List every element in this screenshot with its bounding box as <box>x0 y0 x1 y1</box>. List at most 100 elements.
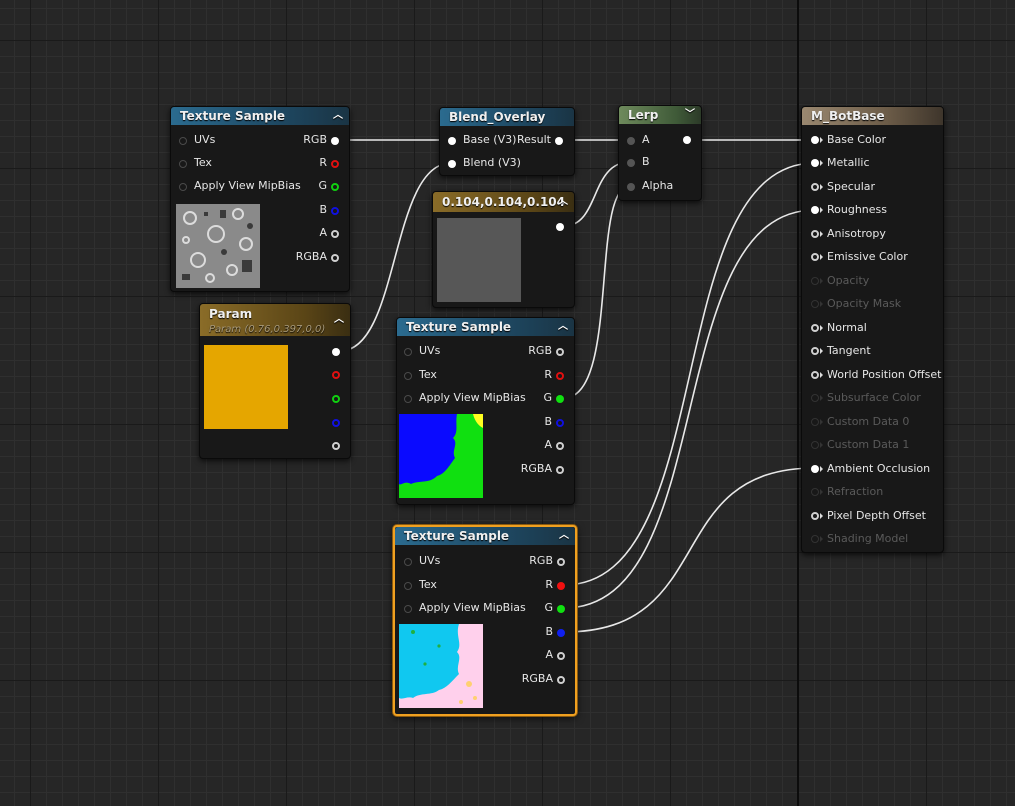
constant-color-swatch <box>437 218 521 302</box>
b-output-pin[interactable] <box>331 207 339 215</box>
node-header[interactable]: Texture Sample ︿ <box>397 318 574 336</box>
normal-input-pin[interactable] <box>811 324 819 332</box>
b-output-pin[interactable] <box>556 419 564 427</box>
uvs-input-pin[interactable] <box>404 348 412 356</box>
uvs-input-pin[interactable] <box>404 558 412 566</box>
node-header[interactable]: Param Param (0.76,0.397,0,0) ︿ <box>200 304 350 336</box>
texture-preview-orm <box>399 624 483 708</box>
g-output-pin[interactable] <box>556 395 564 403</box>
result-output-pin[interactable] <box>555 137 563 145</box>
specular-input-pin[interactable] <box>811 183 819 191</box>
mipbias-input-pin[interactable] <box>404 395 412 403</box>
tex-input-pin[interactable] <box>179 160 187 168</box>
node-header[interactable]: M_BotBase <box>802 107 943 125</box>
rgba-output-pin[interactable] <box>331 254 339 262</box>
texture-sample-node-2[interactable]: Texture Sample ︿ UVs Tex Apply View MipBi… <box>396 317 575 505</box>
param-b-output-pin[interactable] <box>332 419 340 427</box>
rgba-output-pin[interactable] <box>556 466 564 474</box>
base-input-pin[interactable] <box>448 137 456 145</box>
a-output-pin[interactable] <box>331 230 339 238</box>
rgb-output-pin[interactable] <box>331 137 339 145</box>
b-output-pin[interactable] <box>557 629 565 637</box>
custom-data-0-input-label: Custom Data 0 <box>827 415 910 428</box>
constant-output-pin[interactable] <box>556 223 564 231</box>
tex-label: Tex <box>194 156 212 169</box>
a-output-pin[interactable] <box>557 652 565 660</box>
collapse-chevron-icon[interactable]: ︿ <box>559 527 569 545</box>
rgb-output-pin[interactable] <box>556 348 564 356</box>
shading-model-input-label: Shading Model <box>827 532 909 545</box>
anisotropy-pin-arrow-icon <box>820 231 823 237</box>
uvs-input-pin[interactable] <box>179 137 187 145</box>
collapse-chevron-icon[interactable]: ︿ <box>333 107 343 125</box>
tex-input-pin[interactable] <box>404 372 412 380</box>
constant-vector-node[interactable]: 0.104,0.104,0.104 ︿ <box>432 191 575 308</box>
r-output-label: R <box>544 368 552 381</box>
param-rgb-output-pin[interactable] <box>332 348 340 356</box>
node-title: Blend_Overlay <box>449 110 546 124</box>
node-header[interactable]: Texture Sample ︿ <box>171 107 349 125</box>
wire-tex3-b-to-ao <box>563 467 816 633</box>
mipbias-input-pin[interactable] <box>404 605 412 613</box>
lerp-node[interactable]: Lerp ﹀ A B Alpha <box>618 105 702 201</box>
subsurface-color-input-label: Subsurface Color <box>827 391 921 404</box>
r-output-pin[interactable] <box>331 160 339 168</box>
collapse-chevron-icon[interactable]: ︿ <box>558 192 568 212</box>
opacity-pin-arrow-icon <box>820 278 823 284</box>
node-title: Texture Sample <box>180 109 286 123</box>
ambient-occlusion-input-pin[interactable] <box>811 465 819 473</box>
a-output-pin[interactable] <box>556 442 564 450</box>
emissive-color-input-label: Emissive Color <box>827 250 908 263</box>
pixel-depth-offset-input-pin[interactable] <box>811 512 819 520</box>
opacity-input-label: Opacity <box>827 274 870 287</box>
tex-input-pin[interactable] <box>404 582 412 590</box>
param-g-output-pin[interactable] <box>332 395 340 403</box>
rgba-output-pin[interactable] <box>557 676 565 684</box>
node-header[interactable]: Blend_Overlay <box>440 108 574 126</box>
texture-sample-node-3[interactable]: Texture Sample ︿ UVs Tex Apply View MipBi… <box>393 525 577 716</box>
b-input-label: B <box>642 155 650 168</box>
uvs-label: UVs <box>194 133 216 146</box>
lerp-output-pin[interactable] <box>683 136 691 144</box>
anisotropy-input-pin[interactable] <box>811 230 819 238</box>
normal-input-label: Normal <box>827 321 867 334</box>
node-title: Param <box>209 307 253 321</box>
rgb-output-pin[interactable] <box>557 558 565 566</box>
tangent-input-pin[interactable] <box>811 347 819 355</box>
r-output-pin[interactable] <box>556 372 564 380</box>
r-output-pin[interactable] <box>557 582 565 590</box>
blend-input-pin[interactable] <box>448 160 456 168</box>
specular-pin-arrow-icon <box>820 184 823 190</box>
node-title: 0.104,0.104,0.104 <box>442 195 565 209</box>
b-input-pin[interactable] <box>627 159 635 167</box>
alpha-input-pin[interactable] <box>627 183 635 191</box>
g-output-pin[interactable] <box>331 183 339 191</box>
b-output-label: B <box>319 203 327 216</box>
subsurface-color-input-pin <box>811 394 819 402</box>
a-input-pin[interactable] <box>627 137 635 145</box>
collapse-chevron-icon[interactable]: ︿ <box>558 318 568 336</box>
roughness-input-pin[interactable] <box>811 206 819 214</box>
texture-sample-node-1[interactable]: Texture Sample ︿ UVs Tex Apply View MipBi… <box>170 106 350 292</box>
uvs-label: UVs <box>419 554 441 567</box>
custom-data-0-input-pin <box>811 418 819 426</box>
node-header[interactable]: 0.104,0.104,0.104 ︿ <box>433 192 574 212</box>
base-color-pin-arrow-icon <box>820 137 823 143</box>
collapse-chevron-icon[interactable]: ﹀ <box>685 106 695 124</box>
mipbias-input-pin[interactable] <box>179 183 187 191</box>
emissive-color-input-pin[interactable] <box>811 253 819 261</box>
blend-overlay-node[interactable]: Blend_Overlay Base (V3) Blend (V3) Resul… <box>439 107 575 176</box>
metallic-input-pin[interactable] <box>811 159 819 167</box>
collapse-chevron-icon[interactable]: ︿ <box>334 312 344 328</box>
ambient-occlusion-input-label: Ambient Occlusion <box>827 462 931 475</box>
param-node[interactable]: Param Param (0.76,0.397,0,0) ︿ <box>199 303 351 459</box>
opacity-mask-pin-arrow-icon <box>820 301 823 307</box>
param-r-output-pin[interactable] <box>332 371 340 379</box>
param-a-output-pin[interactable] <box>332 442 340 450</box>
base-color-input-pin[interactable] <box>811 136 819 144</box>
node-header[interactable]: Texture Sample ︿ <box>395 527 575 545</box>
material-result-node[interactable]: M_BotBase Base Color Metallic Specular Roug… <box>801 106 944 553</box>
node-header[interactable]: Lerp ﹀ <box>619 106 701 124</box>
world-position-offset-input-pin[interactable] <box>811 371 819 379</box>
g-output-pin[interactable] <box>557 605 565 613</box>
